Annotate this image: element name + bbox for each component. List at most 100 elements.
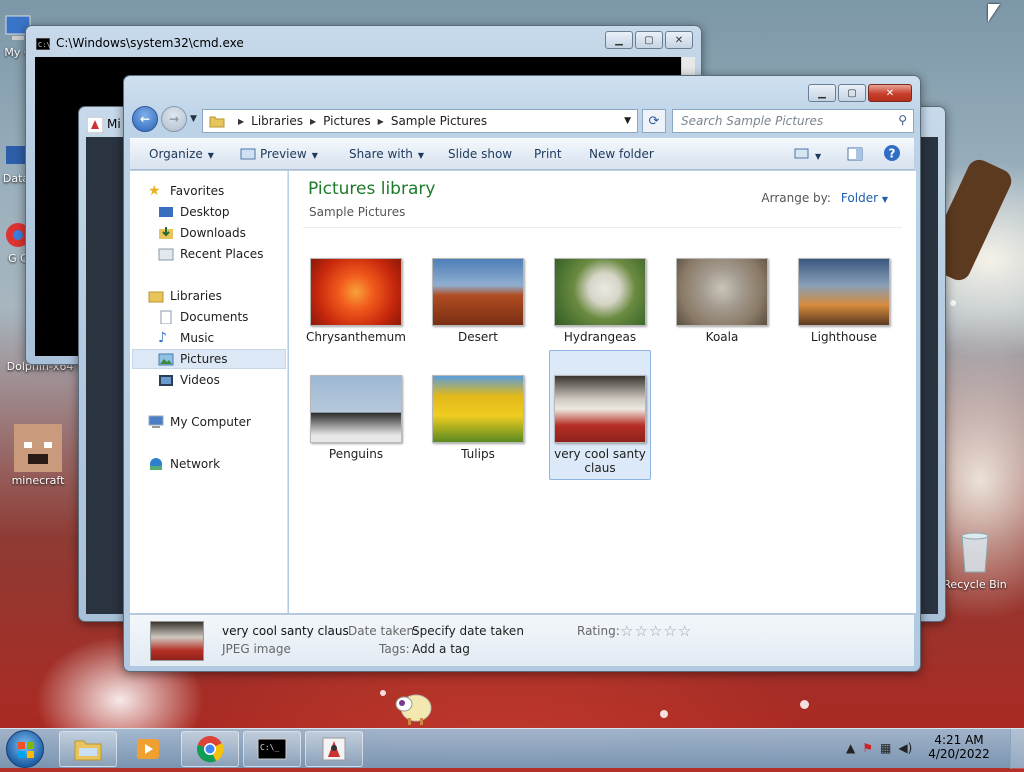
- file-item[interactable]: Lighthouse: [793, 258, 895, 344]
- mouse-cursor-icon: [988, 4, 1000, 22]
- print-button[interactable]: Print: [534, 147, 562, 161]
- file-item[interactable]: Chrysanthemum: [305, 258, 407, 344]
- breadcrumb-libraries[interactable]: Libraries: [251, 114, 303, 128]
- rating-stars[interactable]: ☆☆☆☆☆: [620, 622, 692, 640]
- recycle-bin-icon: [961, 532, 989, 573]
- share-with-button[interactable]: Share with ▼: [349, 147, 424, 161]
- chevron-down-icon: ▼: [815, 152, 822, 161]
- file-name: Chrysanthemum: [306, 330, 406, 344]
- nav-item-pictures[interactable]: Pictures: [132, 349, 286, 369]
- cmd-caption-buttons: ▁ ▢ ✕: [605, 31, 693, 49]
- minimize-button[interactable]: ▁: [605, 31, 633, 49]
- taskbar-explorer[interactable]: [59, 731, 117, 767]
- new-folder-button[interactable]: New folder: [589, 147, 654, 161]
- chevron-right-icon[interactable]: ▶: [378, 117, 384, 126]
- nav-label: Network: [170, 457, 221, 471]
- thumbnail-image: [432, 375, 524, 443]
- address-dropdown-arrow[interactable]: ▼: [624, 116, 631, 126]
- nav-item-favorites[interactable]: ★ Favorites: [148, 181, 304, 201]
- file-name: very cool santy claus: [554, 447, 646, 475]
- maximize-button[interactable]: ▢: [635, 31, 663, 49]
- chevron-down-icon: ▼: [311, 151, 318, 160]
- computer-icon: [148, 415, 164, 428]
- date-taken-field[interactable]: Specify date taken: [412, 624, 524, 638]
- file-item[interactable]: Koala: [671, 258, 773, 344]
- file-name: Koala: [705, 330, 739, 344]
- system-tray: ▲ ⚑ ▦ ◀): [846, 741, 912, 755]
- file-item[interactable]: Desert: [427, 258, 529, 344]
- chevron-down-icon: ▼: [417, 151, 425, 160]
- breadcrumb-sample-pictures[interactable]: Sample Pictures: [391, 114, 487, 128]
- preview-pane-button[interactable]: [847, 147, 863, 164]
- star-icon[interactable]: ☆: [663, 622, 677, 640]
- file-view-pane[interactable]: Pictures library Sample Pictures Arrange…: [289, 171, 916, 613]
- pictures-icon: [158, 353, 174, 366]
- organize-button[interactable]: Organize ▼: [149, 147, 214, 161]
- sheep-mascot-icon[interactable]: [392, 686, 434, 728]
- action-center-icon[interactable]: ⚑: [862, 741, 873, 755]
- slide-show-label: Slide show: [448, 147, 513, 161]
- thumbnail-image: [432, 258, 524, 326]
- help-button[interactable]: ?: [883, 144, 901, 165]
- windows-logo-icon: [18, 742, 34, 758]
- back-button[interactable]: ←: [132, 106, 158, 132]
- nav-label: Favorites: [170, 184, 225, 198]
- taskbar-media-player[interactable]: [120, 731, 176, 767]
- nav-item-libraries[interactable]: Libraries: [148, 286, 304, 306]
- show-desktop-button[interactable]: [1010, 729, 1024, 769]
- svg-text:C:\: C:\: [38, 41, 50, 49]
- taskbar-cmd[interactable]: C:\_: [243, 731, 301, 767]
- java-icon: [87, 117, 103, 133]
- desktop-icon-recycle-bin[interactable]: Recycle Bin: [935, 528, 1015, 591]
- nav-label: Desktop: [180, 205, 230, 219]
- volume-icon[interactable]: ◀): [898, 741, 912, 755]
- clock[interactable]: 4:21 AM 4/20/2022: [924, 733, 994, 761]
- search-input[interactable]: Search Sample Pictures ⚲: [672, 109, 914, 133]
- file-item[interactable]: Penguins: [305, 375, 407, 461]
- close-button[interactable]: ✕: [665, 31, 693, 49]
- network-status-icon[interactable]: ▦: [880, 741, 891, 755]
- arrange-by-dropdown[interactable]: Folder ▼: [841, 191, 888, 205]
- search-icon[interactable]: ⚲: [898, 113, 907, 127]
- details-pane: very cool santy claus JPEG image Date ta…: [130, 614, 914, 666]
- breadcrumb-pictures[interactable]: Pictures: [323, 114, 371, 128]
- tags-field[interactable]: Add a tag: [412, 642, 470, 656]
- header-divider: [303, 227, 902, 228]
- preview-button[interactable]: Preview ▼: [240, 147, 318, 161]
- slide-show-button[interactable]: Slide show: [448, 147, 512, 161]
- change-view-button[interactable]: ▼: [794, 147, 821, 162]
- desktop-icon-label: minecraft: [11, 474, 65, 487]
- refresh-button[interactable]: ⟳: [642, 109, 666, 133]
- forward-button[interactable]: →: [161, 106, 187, 132]
- network-icon: [150, 458, 162, 470]
- taskbar-chrome[interactable]: [181, 731, 239, 767]
- address-bar[interactable]: ▶ Libraries ▶ Pictures ▶ Sample Pictures…: [202, 109, 638, 133]
- star-icon[interactable]: ☆: [649, 622, 663, 640]
- file-item-selected[interactable]: very cool santy claus: [549, 350, 651, 480]
- music-icon: ♪: [158, 330, 167, 346]
- show-hidden-icons-icon[interactable]: ▲: [846, 741, 855, 755]
- print-label: Print: [534, 147, 562, 161]
- thumbnail-image: [798, 258, 890, 326]
- recent-pages-dropdown[interactable]: ▼: [190, 114, 197, 124]
- desktop-icon-minecraft[interactable]: minecraft: [0, 424, 78, 487]
- star-icon[interactable]: ☆: [634, 622, 648, 640]
- file-item[interactable]: Hydrangeas: [549, 258, 651, 344]
- star-icon[interactable]: ☆: [678, 622, 692, 640]
- star-icon[interactable]: ☆: [620, 622, 634, 640]
- nav-label: Videos: [180, 373, 220, 387]
- nav-item-my-computer[interactable]: My Computer: [148, 412, 304, 432]
- preview-label: Preview: [260, 147, 307, 161]
- cmd-window-title: C:\Windows\system32\cmd.exe: [56, 36, 244, 50]
- minimize-button[interactable]: ▁: [808, 84, 836, 102]
- maximize-button[interactable]: ▢: [838, 84, 866, 102]
- nav-item-network[interactable]: Network: [148, 454, 304, 474]
- explorer-window[interactable]: ▁ ▢ ✕ ← → ▼ ▶ Libraries ▶ Pictures ▶ Sam…: [123, 75, 921, 672]
- start-button[interactable]: [6, 730, 44, 768]
- file-item[interactable]: Tulips: [427, 375, 529, 461]
- clock-date: 4/20/2022: [928, 747, 990, 761]
- chevron-right-icon[interactable]: ▶: [310, 117, 316, 126]
- taskbar-java-app[interactable]: [305, 731, 363, 767]
- chevron-right-icon: ▶: [238, 116, 245, 126]
- close-button[interactable]: ✕: [868, 84, 912, 102]
